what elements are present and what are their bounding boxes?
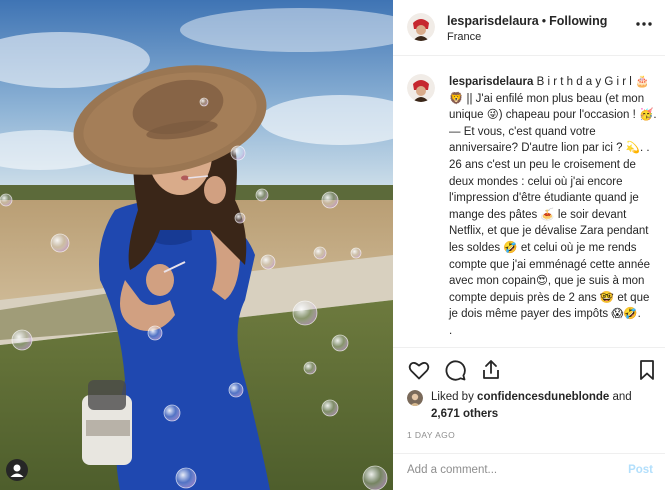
heart-icon[interactable] (407, 358, 431, 382)
location-link[interactable]: France (447, 31, 481, 43)
caption-line: B i r t h d a y G i r l 🎂 (536, 76, 650, 88)
caption-line: . (449, 324, 453, 337)
caption-avatar[interactable] (407, 74, 435, 102)
share-icon[interactable] (479, 358, 503, 382)
header-separator: • (541, 14, 547, 28)
liked-by-prefix: Liked by (431, 391, 474, 403)
caption-text: lesparisdelaura B i r t h d a y G i r l … (449, 74, 657, 340)
post-image (0, 0, 393, 490)
post-photo[interactable] (0, 0, 393, 490)
post-actions: Liked by confidencesduneblonde and 2,671… (393, 347, 665, 457)
avatar[interactable] (407, 13, 435, 41)
post-sidebar: lesparisdelaura • Following France lespari… (393, 0, 665, 490)
liked-by-user-link[interactable]: confidencesduneblonde (477, 391, 609, 403)
tagged-user-icon[interactable] (6, 459, 28, 481)
header-username[interactable]: lesparisdelaura (447, 14, 539, 28)
caption-line: 🦁 || J'ai enfilé mon plus beau (et mon u… (449, 92, 657, 122)
following-button[interactable]: Following (549, 14, 607, 28)
post-header: lesparisdelaura • Following France (393, 0, 665, 56)
liker-avatar[interactable] (407, 390, 423, 406)
caption-username[interactable]: lesparisdelaura (449, 76, 533, 88)
post-comment-button[interactable]: Post (628, 464, 653, 476)
post-caption: lesparisdelaura B i r t h d a y G i r l … (393, 70, 665, 342)
comment-icon[interactable] (443, 358, 467, 382)
bookmark-icon[interactable] (635, 358, 659, 382)
post-date[interactable]: 1 DAY AGO (407, 430, 455, 440)
comment-input[interactable] (407, 464, 607, 476)
likes-count-link[interactable]: 2,671 others (431, 408, 498, 420)
caption-line: — Et vous, c'est quand votre anniversair… (449, 125, 651, 321)
more-dots-icon[interactable] (635, 14, 653, 32)
comment-bar: Post (393, 453, 665, 490)
liked-and: and (612, 391, 632, 403)
